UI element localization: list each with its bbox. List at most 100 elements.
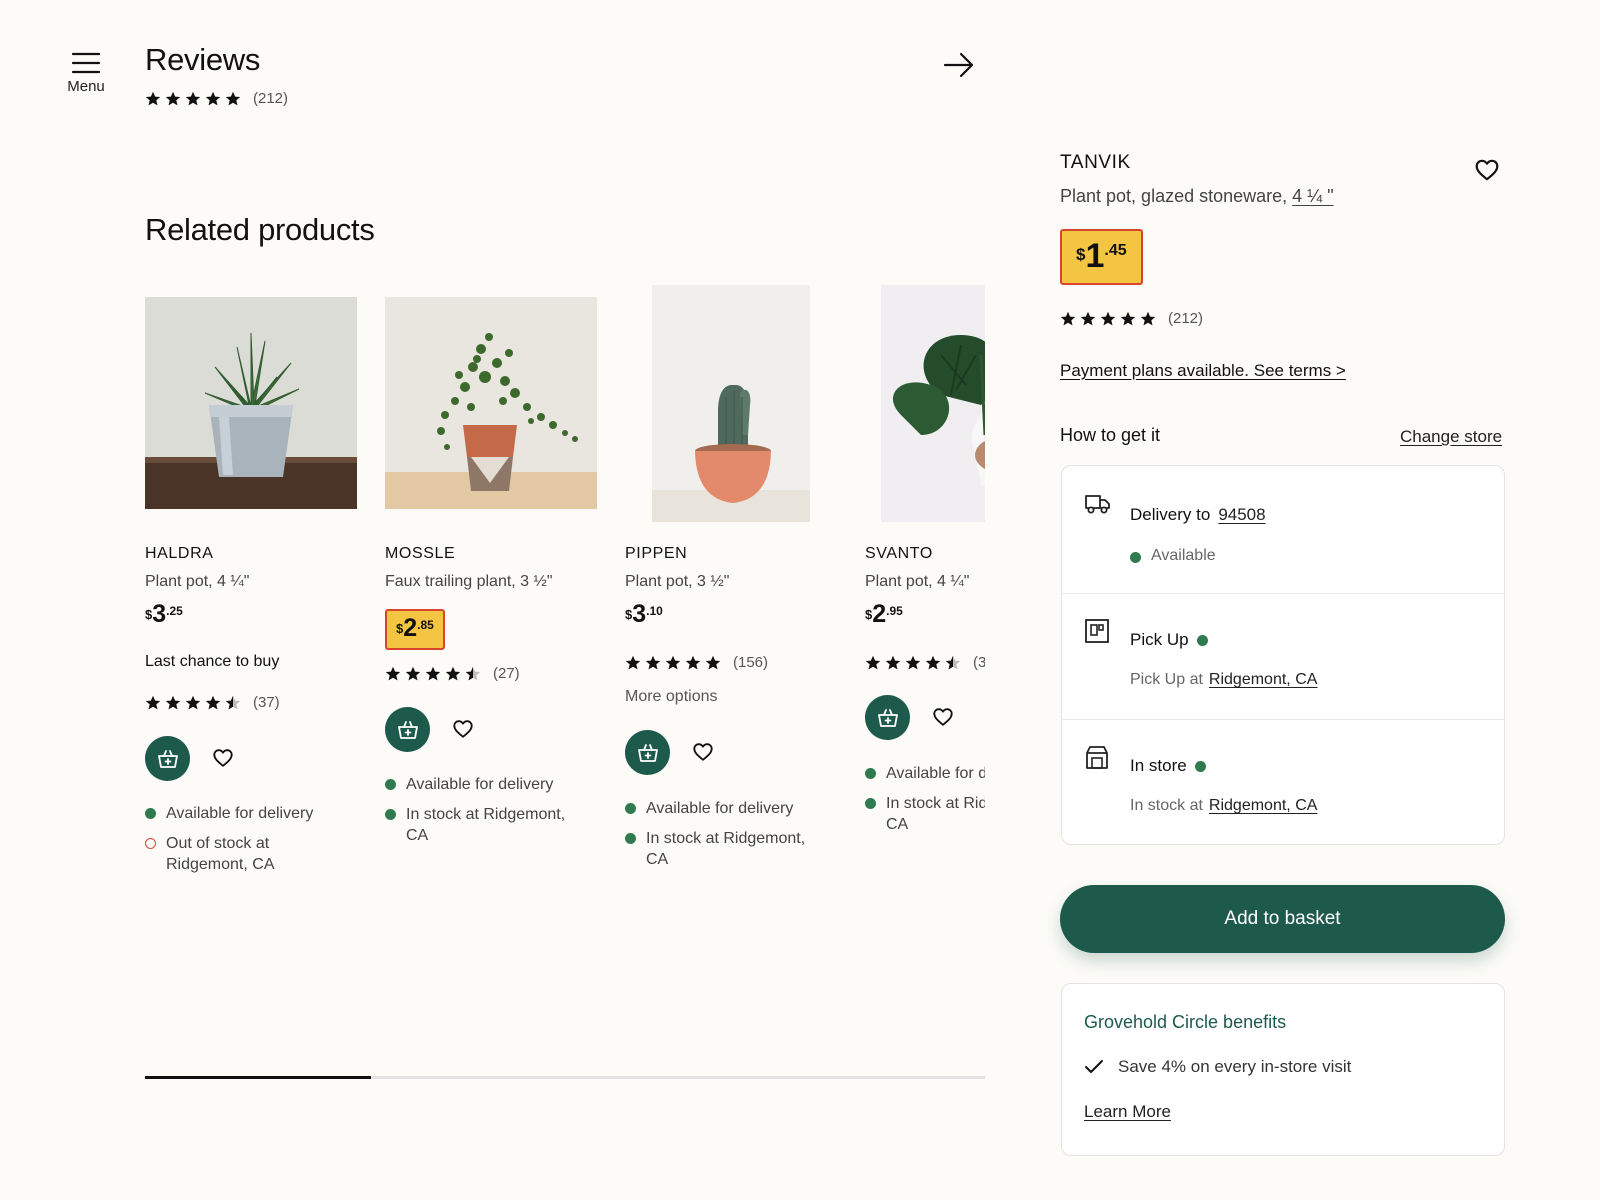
product-price-highlighted: $ 1 .45 [1060, 229, 1143, 285]
pickup-store-link[interactable]: Ridgemont, CA [1209, 671, 1318, 689]
availability-item: In stock at Ridgemont, CA [385, 804, 615, 846]
pickup-title: Pick Up [1130, 630, 1208, 650]
truck-icon [1084, 493, 1112, 515]
basket-plus-icon [397, 720, 419, 740]
benefits-title: Grovehold Circle benefits [1084, 1012, 1287, 1032]
product-rating[interactable]: (156) [625, 654, 768, 671]
product-rating[interactable]: (3 [865, 654, 985, 671]
delivery-label: Delivery to [1130, 505, 1211, 524]
product-image[interactable] [881, 285, 985, 522]
reviews-title[interactable]: Reviews [145, 42, 260, 78]
product-image[interactable] [385, 297, 597, 509]
product-description: Plant pot, 4 ¼" [865, 573, 970, 590]
favorite-heart-icon[interactable] [212, 747, 236, 771]
available-dot [145, 808, 156, 819]
related-products-carousel[interactable]: HALDRA Plant pot, 4 ¼" $ 3 .25 Last chan… [145, 282, 985, 902]
price-currency: $ [145, 607, 153, 622]
favorite-heart-icon[interactable] [452, 718, 476, 742]
availability-item: Available for delivery [625, 798, 855, 819]
available-dot [625, 803, 636, 814]
product-rating[interactable]: (27) [385, 665, 520, 682]
add-to-basket-button[interactable]: Add to basket [1060, 885, 1505, 953]
how-to-get-it-heading: How to get it [1060, 425, 1161, 445]
availability-text: Out of stock at Ridgemont, CA [166, 835, 275, 873]
product-rating[interactable]: (212) [1060, 310, 1203, 327]
zip-code-link[interactable]: 94508 [1218, 505, 1265, 525]
store-icon [1084, 744, 1110, 770]
price-integer: 2 [403, 614, 418, 642]
add-to-cart-button[interactable] [625, 730, 670, 775]
star-rating [625, 655, 725, 671]
price-currency: $ [396, 621, 404, 636]
availability-text: Available for delivery [166, 805, 314, 822]
delivery-title: Delivery to 94508 [1130, 505, 1266, 525]
related-products-title: Related products [145, 212, 375, 247]
price-decimal: .85 [417, 618, 434, 632]
heart-icon [932, 706, 956, 728]
review-count: (37) [253, 694, 280, 711]
available-dot [385, 779, 396, 790]
pickup-option[interactable]: Pick Up Pick Up at Ridgemont, CA [1062, 594, 1504, 719]
learn-more-link[interactable]: Learn More [1084, 1102, 1171, 1122]
add-to-cart-button[interactable] [145, 736, 190, 781]
availability-item: Available for delivery [865, 763, 985, 784]
heart-icon [212, 747, 236, 769]
available-dot [1196, 634, 1208, 646]
availability-text: In stock at Ridgemont, CA [646, 830, 806, 868]
availability-text: Available for delivery [886, 765, 985, 782]
benefit-text: Save 4% on every in-store visit [1118, 1057, 1352, 1076]
available-dot [625, 833, 636, 844]
arrow-right-icon[interactable] [943, 52, 975, 78]
favorite-heart-icon[interactable] [1474, 157, 1500, 183]
instore-prefix: In stock at [1130, 797, 1203, 814]
carousel-scrollbar-thumb[interactable] [145, 1076, 371, 1079]
delivery-status-text: Available [1151, 547, 1216, 564]
basket-plus-icon [637, 743, 659, 763]
product-name[interactable]: MOSSLE [385, 545, 455, 563]
product-name[interactable]: HALDRA [145, 545, 214, 563]
reviews-rating[interactable]: (212) [145, 90, 288, 107]
product-image[interactable] [652, 285, 810, 522]
price-currency: $ [625, 607, 633, 622]
product-name[interactable]: SVANTO [865, 545, 933, 563]
pickup-location: Pick Up at Ridgemont, CA [1130, 671, 1317, 689]
product-price: $ 3 .25 [145, 602, 183, 627]
available-dot [385, 809, 396, 820]
payment-plans-link[interactable]: Payment plans available. See terms > [1060, 361, 1346, 381]
benefit-item: Save 4% on every in-store visit [1084, 1057, 1351, 1077]
delivery-option[interactable]: Delivery to 94508 Available [1062, 466, 1504, 593]
price-integer: 1 [1085, 237, 1105, 275]
favorite-heart-icon[interactable] [692, 741, 716, 765]
change-store-link[interactable]: Change store [1400, 427, 1502, 447]
price-currency: $ [865, 607, 873, 622]
favorite-heart-icon[interactable] [932, 706, 956, 730]
add-to-cart-button[interactable] [865, 695, 910, 740]
add-to-cart-button[interactable] [385, 707, 430, 752]
heart-icon [1474, 157, 1500, 183]
star-rating [385, 666, 485, 682]
product-image[interactable] [145, 297, 357, 509]
pickup-label: Pick Up [1130, 630, 1189, 649]
product-description: Plant pot, 4 ¼" [145, 573, 250, 590]
more-options-link[interactable]: More options [625, 688, 718, 706]
instore-title: In store [1130, 756, 1206, 776]
product-rating[interactable]: (37) [145, 694, 280, 711]
product-name[interactable]: PIPPEN [625, 545, 687, 563]
star-rating [145, 91, 245, 107]
price-decimal: .10 [646, 604, 663, 618]
out-of-stock-dot [145, 838, 156, 849]
basket-plus-icon [157, 749, 179, 769]
product-price-highlighted: $ 2 .85 [385, 609, 445, 650]
availability-item: In stock at Ridgemont, CA [865, 793, 985, 835]
instore-option[interactable]: In store In stock at Ridgemont, CA [1062, 720, 1504, 846]
price-integer: 3 [632, 600, 647, 628]
price-decimal: .45 [1104, 242, 1127, 259]
benefits-card: Grovehold Circle benefits Save 4% on eve… [1061, 983, 1505, 1156]
available-dot [1130, 551, 1141, 563]
availability-list: Available for delivery In stock at Ridge… [625, 798, 855, 879]
heart-icon [692, 741, 716, 763]
size-link[interactable]: 4 ¼ " [1292, 186, 1333, 206]
availability-item: Available for delivery [145, 803, 375, 824]
menu-button[interactable]: Menu [60, 52, 112, 95]
instore-store-link[interactable]: Ridgemont, CA [1209, 797, 1318, 815]
